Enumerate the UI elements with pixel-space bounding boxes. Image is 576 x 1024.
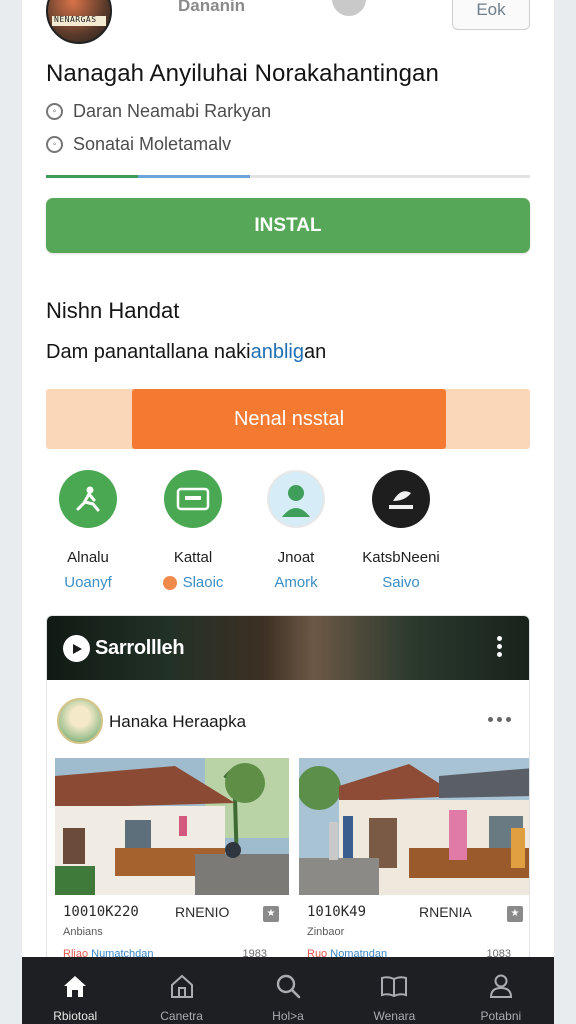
person-icon [59,470,117,528]
quick-action-3[interactable]: Jnoat Amork [241,470,351,591]
section-description: Dam panantallana nakianbligan [46,341,326,364]
home-icon [64,976,87,997]
nav-label: Rbiotoal [53,1009,98,1023]
person-photo-icon [267,470,325,528]
quick-action-label: Kattal [173,549,213,566]
info-icon: ◦ [46,136,63,153]
meta-text-2: Sonatai Moletamalv [73,134,232,154]
more-horizontal-icon[interactable] [488,717,511,722]
quick-action-2[interactable]: Kattal Slaoic [138,470,248,591]
bookmark-icon[interactable]: ★ [263,906,279,922]
play-icon[interactable] [63,635,90,662]
banner-title: Sarrollleh [95,637,185,659]
listing-card-2[interactable]: 1010K49 RNENIA ★ Zinbaor Ruo Nomatndan 1… [299,758,529,974]
more-vertical-icon[interactable] [495,636,503,662]
nav-label: Canetra [160,1009,203,1023]
bookmark-icon[interactable]: ★ [507,906,523,922]
listing-tag: RNENIO [175,904,230,920]
promo-install-button[interactable]: Nenal nsstal [132,389,446,449]
quick-action-sub: Saivo [382,574,420,591]
quick-action-sub: Slaoic [138,574,248,591]
quick-action-sub-text: Slaoic [182,574,224,591]
progress-fill-secondary [138,175,250,178]
post-author-avatar[interactable] [57,698,103,744]
nav-item-library[interactable]: Wenara [341,957,447,1024]
install-button[interactable]: INSTAL [46,198,530,253]
profile-icon [489,974,512,998]
book-icon [381,976,408,998]
listing-photo [55,758,289,895]
listing-price: 10010K220 [63,904,139,920]
meta-row-rating: ◦ Daran Neamabi Rarkyan [46,101,271,122]
quick-action-label: KatsbNeeni [362,549,440,566]
badge-dot-icon [162,575,177,590]
meta-row-size: ◦ Sonatai Moletamalv [46,134,231,155]
quick-action-4[interactable]: KatsbNeeni Saivo [346,470,456,591]
listing-note: Anbians [63,926,103,938]
listing-card-1[interactable]: 10010K220 RNENIO ★ Anbians Rliao Numatch… [55,758,289,974]
logo-text: NENARGAS [54,15,97,24]
nav-item-store[interactable]: Canetra [128,957,234,1024]
listing-price: 1010K49 [307,904,367,920]
desc-tail: an [303,341,327,363]
search-icon [276,974,301,999]
feed-banner: Sarrollleh [47,616,529,680]
nav-item-profile[interactable]: Potabni [448,957,554,1024]
section-title: Nishn Handat [46,298,180,323]
developer-name[interactable]: Dananin [178,0,245,16]
listing-photo [299,758,529,895]
feed-card: Sarrollleh Hanaka Heraapka 10010K220 RNE… [46,615,530,975]
quick-action-sub: Amork [274,574,318,591]
desc-link[interactable]: anblig [251,341,304,363]
folder-icon [164,470,222,528]
bottom-nav: Rbiotoal Canetra Hol>a Wenara Potabni [22,957,554,1024]
post-author-name[interactable]: Hanaka Heraapka [109,712,246,732]
listing-note: Zinbaor [307,926,345,938]
store-icon [170,974,193,998]
nav-label: Potabni [480,1009,522,1023]
leaf-logo-icon [372,470,430,528]
progress-fill [46,175,138,178]
quick-action-label: Jnoat [277,549,315,566]
ok-button[interactable]: Eok [452,0,530,30]
desc-main: Dam panantallana naki [46,341,251,363]
download-progress [46,175,530,178]
listing-tag: RNENIA [419,904,472,920]
nav-label: Hol>a [272,1009,304,1023]
nav-item-search[interactable]: Hol>a [235,957,341,1024]
quick-action-sub: Uoanyf [64,574,112,591]
meta-text-1: Daran Neamabi Rarkyan [73,101,272,121]
app-title: Nanagah Anyiluhai Norakahantingan [46,60,439,87]
quick-action-1[interactable]: Alnalu Uoanyf [33,470,143,591]
info-icon: ◦ [46,103,63,120]
nav-item-home[interactable]: Rbiotoal [22,957,128,1024]
nav-label: Wenara [373,1009,416,1023]
quick-action-label: Alnalu [67,549,109,566]
